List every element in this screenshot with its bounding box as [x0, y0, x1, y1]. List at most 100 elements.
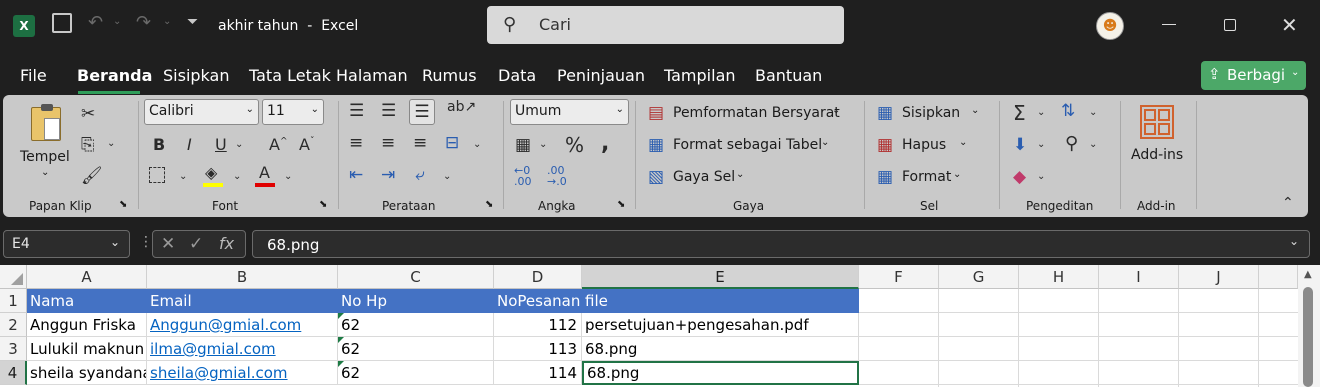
align-middle-icon[interactable]: ☰	[381, 101, 396, 121]
cell-b4[interactable]: sheila@gmial.com	[147, 361, 338, 385]
cell-c1[interactable]: No Hp	[338, 289, 494, 313]
align-bottom-icon[interactable]: ☰	[409, 99, 435, 125]
tab-tata-letak[interactable]: Tata Letak Halaman	[249, 66, 408, 85]
chevron-down-icon[interactable]: ⌄	[959, 137, 967, 148]
column-header-g[interactable]: G	[939, 265, 1019, 289]
column-header-j[interactable]: J	[1179, 265, 1259, 289]
tab-data[interactable]: Data	[498, 66, 536, 85]
chevron-down-icon[interactable]: ⌄	[284, 171, 292, 182]
chevron-down-icon[interactable]: ⌄	[233, 171, 241, 182]
cell-a4[interactable]: sheila syandana	[27, 361, 147, 385]
format-cells-button[interactable]: Format	[902, 169, 951, 185]
chevron-down-icon[interactable]: ⌄	[539, 139, 547, 150]
increase-decimal-icon[interactable]: ←0.00	[514, 165, 532, 187]
paste-label[interactable]: Tempel	[20, 149, 70, 165]
cell-b3[interactable]: ilma@gmial.com	[147, 337, 338, 361]
addins-button[interactable]: Add-ins	[1131, 147, 1183, 163]
cell-e3[interactable]: 68.png	[582, 337, 859, 361]
addins-icon[interactable]	[1140, 105, 1174, 139]
chevron-down-icon[interactable]: ⌄	[443, 171, 451, 182]
chevron-down-icon[interactable]: ⌄	[821, 137, 829, 148]
format-as-table-button[interactable]: Format sebagai Tabel	[673, 137, 822, 153]
minimize-icon[interactable]	[1162, 24, 1176, 25]
redo-dropdown-icon[interactable]: ⌄	[163, 16, 171, 27]
column-header-h[interactable]: H	[1019, 265, 1099, 289]
scroll-up-icon[interactable]: ▲	[1304, 269, 1312, 280]
delete-cells-button[interactable]: Hapus	[902, 137, 946, 153]
close-icon[interactable]: ✕	[1281, 13, 1298, 37]
dialog-launcher-icon[interactable]: ⬊	[485, 199, 493, 210]
autosum-icon[interactable]: Σ	[1013, 101, 1026, 125]
align-right-icon[interactable]: ≡	[413, 133, 427, 153]
borders-icon[interactable]	[149, 167, 165, 183]
cell-e4[interactable]: 68.png	[582, 361, 859, 385]
empty-cells[interactable]	[859, 289, 1298, 387]
chevron-down-icon[interactable]: ⌄	[41, 167, 49, 178]
format-painter-icon[interactable]: 🖌	[81, 166, 103, 186]
orientation-icon[interactable]: ab↗	[447, 99, 476, 115]
conditional-formatting-button[interactable]: Pemformatan Bersyarat	[673, 105, 840, 121]
cell-a2[interactable]: Anggun Friska	[27, 313, 147, 337]
insert-cells-button[interactable]: Sisipkan	[902, 105, 960, 121]
delete-cells-icon[interactable]: ▦	[877, 135, 893, 155]
column-header-c[interactable]: C	[338, 265, 494, 289]
cell-d3[interactable]: 113	[494, 337, 582, 361]
column-header-f[interactable]: F	[859, 265, 939, 289]
collapse-ribbon-icon[interactable]: ⌃	[1282, 195, 1294, 211]
chevron-down-icon[interactable]: ⌄	[1037, 139, 1045, 150]
undo-dropdown-icon[interactable]: ⌄	[113, 16, 121, 27]
avatar[interactable]: ☻	[1096, 12, 1124, 40]
cell-e2[interactable]: persetujuan+pengesahan.pdf	[582, 313, 859, 337]
tab-peninjauan[interactable]: Peninjauan	[557, 66, 645, 85]
more-options-icon[interactable]: ⋮	[139, 234, 153, 250]
row-header-2[interactable]: 2	[0, 313, 27, 337]
cell-b1[interactable]: Email	[147, 289, 338, 313]
row-header-3[interactable]: 3	[0, 337, 27, 361]
font-name-combo[interactable]: Calibri ⌄	[144, 99, 259, 125]
accounting-format-icon[interactable]: ▦	[515, 135, 531, 155]
save-icon[interactable]	[52, 13, 72, 33]
chevron-down-icon[interactable]: ⌄	[832, 105, 840, 116]
redo-icon[interactable]: ↷	[136, 12, 151, 33]
tab-rumus[interactable]: Rumus	[422, 66, 477, 85]
italic-icon[interactable]: I	[187, 135, 192, 154]
cell-c3[interactable]: 62	[338, 337, 494, 361]
cell-d4[interactable]: 114	[494, 361, 582, 385]
percent-icon[interactable]: %	[565, 133, 584, 157]
underline-icon[interactable]: U	[215, 135, 227, 154]
tab-bantuan[interactable]: Bantuan	[755, 66, 822, 85]
font-color-icon[interactable]: A	[259, 163, 270, 182]
merge-center-icon[interactable]: ⊟	[445, 133, 459, 153]
row-header-4[interactable]: 4	[0, 361, 27, 385]
undo-icon[interactable]: ↶	[88, 12, 103, 33]
tab-sisipkan[interactable]: Sisipkan	[163, 66, 229, 85]
column-header-k[interactable]	[1259, 265, 1298, 289]
chevron-down-icon[interactable]: ⌄	[235, 139, 243, 150]
chevron-down-icon[interactable]: ⌄	[473, 139, 481, 150]
column-header-i[interactable]: I	[1099, 265, 1179, 289]
cell-c4[interactable]: 62	[338, 361, 494, 385]
paste-icon[interactable]	[31, 104, 61, 141]
cell-c2[interactable]: 62	[338, 313, 494, 337]
maximize-icon[interactable]	[1224, 19, 1236, 31]
cell-a3[interactable]: Lulukil maknun	[27, 337, 147, 361]
decrease-font-icon[interactable]: Aˇ	[299, 135, 314, 154]
fill-icon[interactable]: ⬇	[1013, 135, 1027, 155]
chevron-down-icon[interactable]: ⌄	[1089, 107, 1097, 118]
chevron-down-icon[interactable]: ⌄	[1037, 107, 1045, 118]
share-button[interactable]: ⇪ Berbagi ⌄	[1201, 61, 1306, 90]
cell-styles-button[interactable]: Gaya Sel	[673, 169, 735, 185]
cell-a1[interactable]: Nama	[27, 289, 147, 313]
cell-d2[interactable]: 112	[494, 313, 582, 337]
search-box[interactable]: ⚲ Cari	[487, 6, 844, 44]
tab-file[interactable]: File	[20, 66, 47, 85]
clear-icon[interactable]: ◆	[1013, 167, 1026, 187]
dialog-launcher-icon[interactable]: ⬊	[119, 199, 127, 210]
chevron-down-icon[interactable]: ⌄	[1089, 139, 1097, 150]
dialog-launcher-icon[interactable]: ⬊	[617, 199, 625, 210]
formula-input[interactable]: 68.png ⌄	[252, 230, 1310, 258]
sort-filter-icon[interactable]: ⇅	[1061, 101, 1075, 121]
chevron-down-icon[interactable]: ⌄	[971, 105, 979, 116]
enter-icon[interactable]: ✓	[189, 234, 203, 254]
decrease-decimal-icon[interactable]: .00 →.0	[547, 165, 567, 187]
